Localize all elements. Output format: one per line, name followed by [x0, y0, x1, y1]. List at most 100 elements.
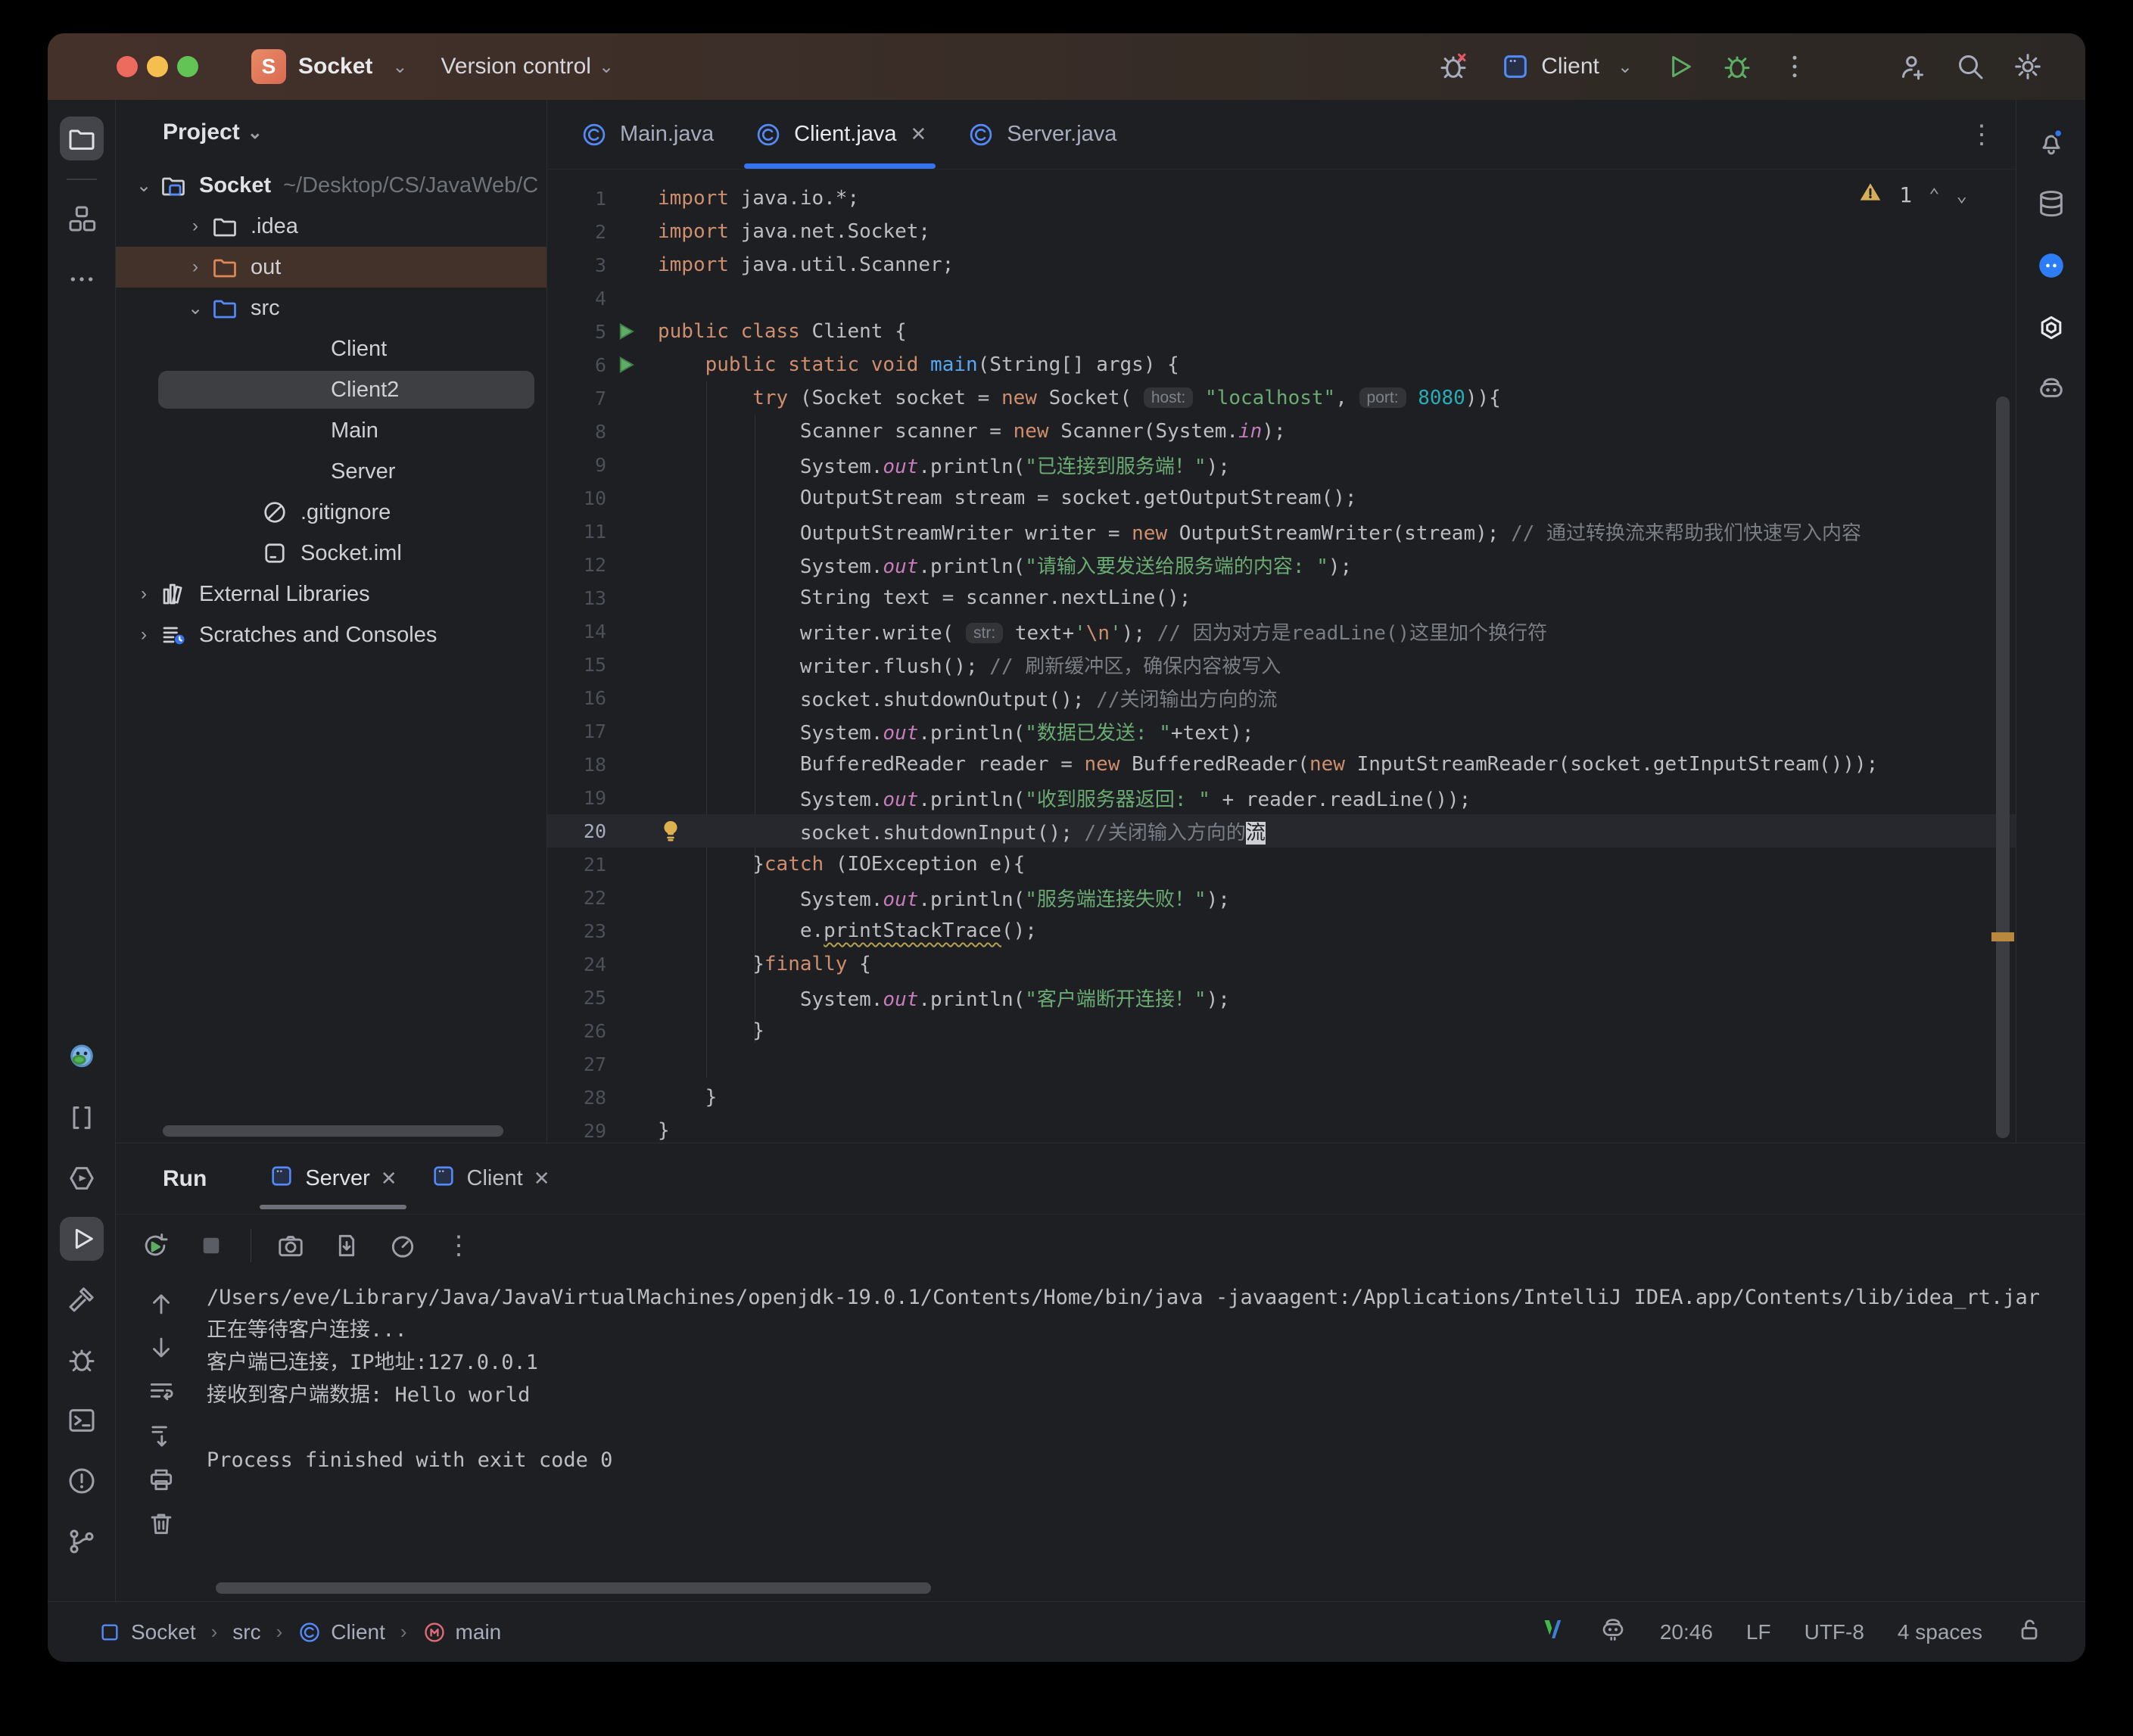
gutter-icon-slot[interactable] — [606, 353, 644, 376]
problems-tool-button[interactable] — [60, 1459, 104, 1503]
build-tool-button[interactable] — [60, 1277, 104, 1321]
breadcrumb-socket[interactable]: Socket — [98, 1620, 196, 1644]
project-widget[interactable]: S Socket ⌄ — [251, 49, 408, 84]
tree-item-main[interactable]: Main — [116, 410, 546, 451]
line-separator[interactable]: LF — [1746, 1620, 1771, 1644]
bookmarks-tool-button[interactable] — [60, 1096, 104, 1140]
run-tool-button[interactable] — [59, 1217, 104, 1261]
scroll-to-end-button[interactable] — [145, 1419, 178, 1452]
editor-vertical-scrollbar[interactable] — [1996, 397, 2010, 1138]
database-tool-button[interactable] — [2029, 182, 2073, 226]
stop-button[interactable] — [195, 1229, 228, 1262]
run-tab-server[interactable]: Server ✕ — [252, 1143, 413, 1214]
code-with-me-icon[interactable] — [1898, 51, 1928, 82]
close-window-button[interactable] — [117, 56, 138, 77]
tree-item-src[interactable]: ⌄ src — [116, 288, 546, 328]
editor-tab-server-java[interactable]: Server.java — [946, 100, 1136, 169]
indent-setting[interactable]: 4 spaces — [1898, 1620, 1982, 1644]
debug-button[interactable] — [1722, 51, 1752, 82]
zoom-window-button[interactable] — [177, 56, 198, 77]
intention-lightbulb-icon[interactable] — [658, 818, 683, 844]
run-tab-client[interactable]: Client ✕ — [414, 1143, 567, 1214]
chevron-right-icon[interactable]: › — [129, 624, 158, 646]
gutter-icon-slot[interactable] — [606, 320, 644, 343]
rerun-button[interactable] — [139, 1229, 172, 1262]
inspection-widget[interactable]: 1 ⌃ ⌄ — [1858, 180, 1967, 210]
editor-tab-client-java[interactable]: Client.java ✕ — [733, 100, 946, 169]
chevron-right-icon[interactable]: › — [129, 583, 158, 605]
debug-tool-button[interactable] — [60, 1338, 104, 1382]
close-tab-icon[interactable]: ✕ — [381, 1167, 397, 1190]
run-configuration-selector[interactable]: Client ⌄ — [1500, 51, 1633, 82]
tree-item-label: External Libraries — [199, 581, 370, 606]
prev-problem-chevron-icon[interactable]: ⌃ — [1929, 185, 1939, 206]
tree-item-idea[interactable]: › .idea — [116, 206, 546, 247]
project-tool-button[interactable] — [59, 117, 104, 160]
tree-item-server[interactable]: Server — [116, 451, 546, 492]
openai-plugin-button[interactable] — [2029, 306, 2073, 350]
console-kebab-icon[interactable]: ⋮ — [442, 1229, 475, 1262]
tree-item-out[interactable]: › out — [116, 247, 546, 288]
profiler-gauge-button[interactable] — [386, 1229, 419, 1262]
services-tool-button[interactable] — [60, 1156, 104, 1200]
tree-item-client2[interactable]: Client2 — [116, 369, 546, 410]
breadcrumb-label: Socket — [131, 1619, 196, 1644]
breadcrumb-src[interactable]: src — [232, 1620, 260, 1644]
scroll-down-button[interactable] — [145, 1331, 178, 1364]
screenshot-button[interactable] — [274, 1229, 307, 1262]
tree-item-externallibraries[interactable]: › External Libraries — [116, 574, 546, 614]
project-horizontal-scrollbar[interactable] — [163, 1125, 503, 1137]
tree-item-scratchesandconsoles[interactable]: › Scratches and Consoles — [116, 614, 546, 655]
next-problem-chevron-icon[interactable]: ⌄ — [1957, 185, 1967, 206]
chevron-right-icon[interactable]: › — [181, 257, 210, 278]
settings-gear-icon[interactable] — [2013, 51, 2043, 82]
line-number: 24 — [583, 953, 606, 975]
run-button[interactable] — [1664, 51, 1695, 82]
structure-tool-button[interactable] — [60, 197, 104, 241]
tree-item-gitignore[interactable]: .gitignore — [116, 492, 546, 533]
file-encoding[interactable]: UTF-8 — [1804, 1620, 1864, 1644]
console-output[interactable]: /Users/eve/Library/Java/JavaVirtualMachi… — [207, 1277, 2085, 1601]
plugin-gopher-button[interactable] — [60, 1035, 104, 1079]
caret-position[interactable]: 20:46 — [1660, 1620, 1713, 1644]
soft-wrap-button[interactable] — [145, 1375, 178, 1408]
breadcrumb-client[interactable]: Client — [297, 1620, 385, 1644]
code-text: socket.shutdownOutput(); //关闭输出方向的流 — [658, 688, 1278, 711]
clear-console-button[interactable] — [145, 1507, 178, 1540]
editor-tab-main-java[interactable]: Main.java — [559, 100, 733, 169]
more-actions-kebab-icon[interactable] — [1780, 51, 1810, 82]
tab-options-kebab-icon[interactable]: ⋮ — [1969, 120, 1994, 150]
terminal-tool-button[interactable] — [60, 1398, 104, 1442]
copilot-status-icon[interactable] — [1599, 1616, 1627, 1648]
breadcrumb-main[interactable]: main — [422, 1620, 501, 1644]
project-name: Socket — [298, 54, 373, 79]
tree-item-client[interactable]: Client — [116, 328, 546, 369]
minimize-window-button[interactable] — [147, 56, 168, 77]
editor-code-area[interactable]: 1 ⌃ ⌄ 1 import java.io.*; 2 import java.net… — [547, 170, 2016, 1143]
copilot-tool-button[interactable] — [2029, 368, 2073, 412]
project-panel-title: Project — [163, 120, 240, 145]
warning-stripe-mark[interactable] — [1991, 932, 2014, 941]
readonly-lock-icon[interactable] — [2016, 1616, 2043, 1648]
ai-chat-tool-button[interactable] — [2029, 244, 2073, 288]
dump-threads-button[interactable] — [330, 1229, 363, 1262]
chevron-down-icon[interactable]: ⌄ — [181, 297, 210, 319]
project-panel-header[interactable]: Project ⌄ — [116, 100, 546, 165]
code-text: System.out.println("数据已发送: "+text); — [658, 721, 1254, 745]
tree-item-socketiml[interactable]: Socket.iml — [116, 533, 546, 574]
profiler-bug-icon[interactable] — [1438, 51, 1468, 82]
more-tools-button[interactable] — [60, 257, 104, 301]
notifications-bell-icon[interactable] — [2029, 120, 2073, 163]
close-tab-icon[interactable]: ✕ — [534, 1167, 550, 1190]
git-tool-button[interactable] — [60, 1520, 104, 1563]
chevron-down-icon[interactable]: ⌄ — [129, 175, 158, 197]
search-everywhere-icon[interactable] — [1955, 51, 1985, 82]
tree-item-socket[interactable]: ⌄ Socket ~/Desktop/CS/JavaWeb/C — [116, 165, 546, 206]
chevron-right-icon[interactable]: › — [181, 216, 210, 237]
print-button[interactable] — [145, 1463, 178, 1496]
scroll-up-button[interactable] — [145, 1287, 178, 1321]
close-tab-icon[interactable]: ✕ — [911, 123, 927, 146]
v-plugin-icon[interactable] — [1539, 1616, 1566, 1648]
console-horizontal-scrollbar[interactable] — [216, 1582, 931, 1594]
vcs-widget[interactable]: Version control — [441, 54, 591, 79]
